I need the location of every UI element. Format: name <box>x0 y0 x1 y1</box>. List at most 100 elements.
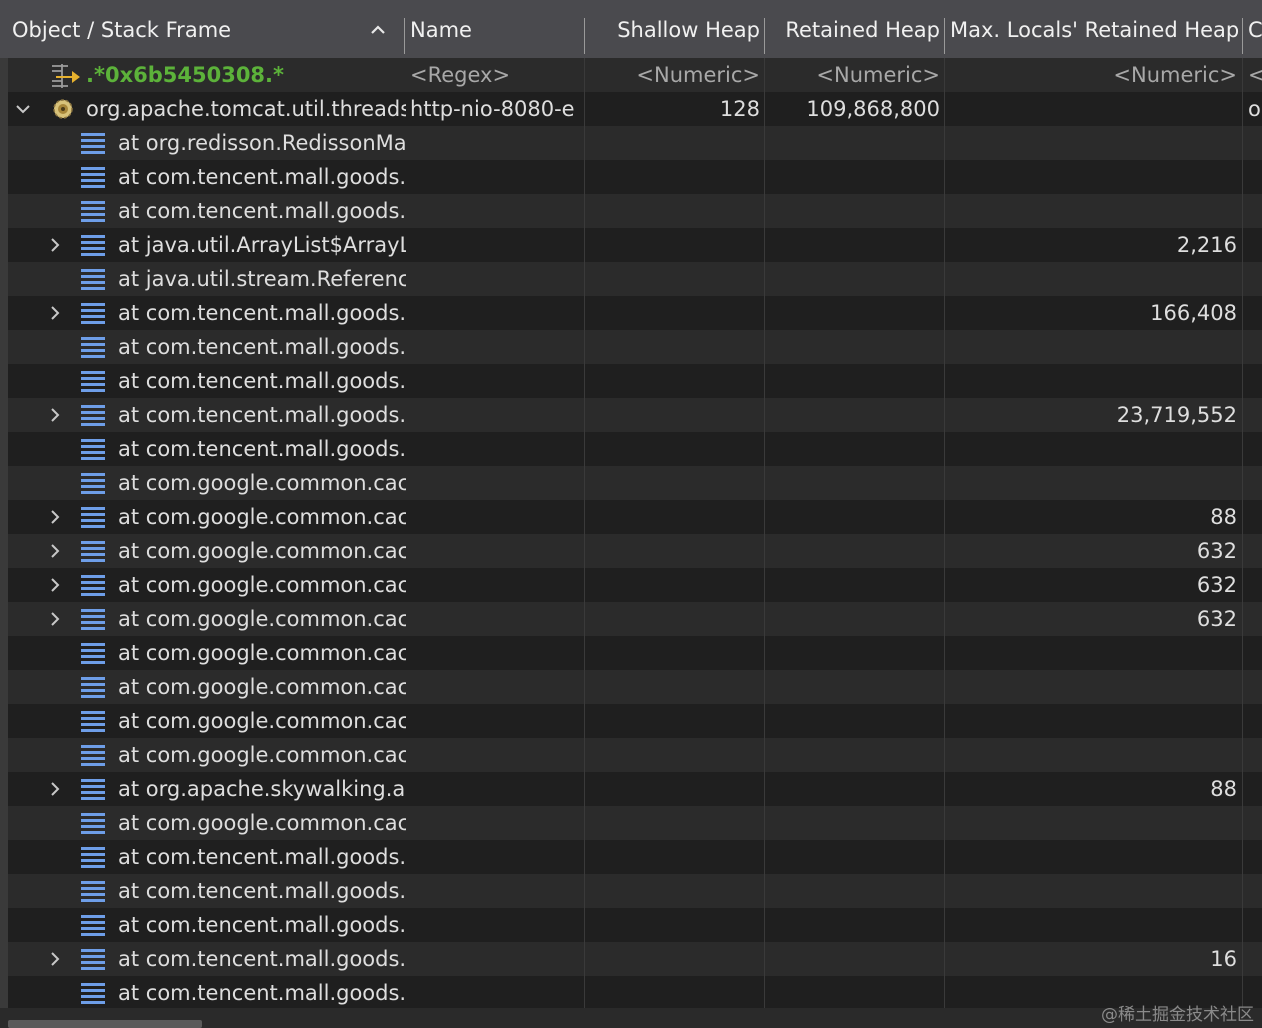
stack-frame-text: at com.tencent.mall.goods. <box>118 369 406 393</box>
stack-frame-text: at com.google.common.cac <box>118 811 406 835</box>
column-header-object[interactable]: Object / Stack Frame <box>12 0 362 58</box>
chevron-right-icon[interactable] <box>46 576 64 594</box>
column-divider <box>944 58 945 1008</box>
stack-frame-row[interactable]: at com.tencent.mall.goods. <box>8 194 1262 228</box>
column-header-max-locals[interactable]: Max. Locals' Retained Heap <box>950 0 1240 58</box>
stack-frame-row[interactable]: at java.util.ArrayList$ArrayL 2,216 <box>8 228 1262 262</box>
chevron-right-icon[interactable] <box>46 508 64 526</box>
stack-frame-row[interactable]: at com.google.common.cac 632 <box>8 534 1262 568</box>
column-header-name[interactable]: Name <box>410 0 580 58</box>
stack-frame-row[interactable]: at com.google.common.cac <box>8 704 1262 738</box>
column-divider <box>764 58 765 1008</box>
stack-frame-text: at com.tencent.mall.goods. <box>118 845 406 869</box>
column-separator[interactable] <box>764 18 765 54</box>
column-header-extra[interactable]: C <box>1248 0 1262 58</box>
stack-frame-text: at java.util.stream.Referenc <box>118 267 406 291</box>
max-locals-retained-value <box>948 194 1237 228</box>
stack-frame-icon <box>81 541 105 562</box>
chevron-right-icon[interactable] <box>46 406 64 424</box>
chevron-right-icon[interactable] <box>46 610 64 628</box>
gear-thread-icon <box>53 99 73 119</box>
stack-frame-icon <box>81 235 105 256</box>
column-header-retained-heap[interactable]: Retained Heap <box>768 0 940 58</box>
watermark: @稀土掘金技术社区 <box>1101 1005 1254 1025</box>
stack-frame-icon <box>81 609 105 630</box>
column-separator[interactable] <box>1242 18 1243 54</box>
thread-name-text: http-nio-8080-e <box>410 97 575 121</box>
max-locals-retained-value <box>948 874 1237 908</box>
stack-frame-text: at com.tencent.mall.goods. <box>118 403 406 427</box>
stack-frame-row[interactable]: at org.redisson.RedissonMa <box>8 126 1262 160</box>
stack-frame-text: at org.apache.skywalking.ap <box>118 777 406 801</box>
chevron-right-icon[interactable] <box>46 304 64 322</box>
chevron-right-icon[interactable] <box>46 950 64 968</box>
filter-extra-value[interactable]: < <box>1248 58 1262 92</box>
filter-name-value[interactable]: <Regex> <box>410 58 582 92</box>
stack-frame-row[interactable]: at com.google.common.cac <box>8 636 1262 670</box>
stack-frame-row[interactable]: at com.google.common.cac <box>8 466 1262 500</box>
stack-frame-row[interactable]: at com.tencent.mall.goods. 23,719,552 <box>8 398 1262 432</box>
stack-frame-row[interactable]: at com.tencent.mall.goods. <box>8 908 1262 942</box>
stack-frame-text: at com.tencent.mall.goods. <box>118 981 406 1005</box>
stack-frame-row[interactable]: at com.tencent.mall.goods. 166,408 <box>8 296 1262 330</box>
stack-frame-row[interactable]: at com.tencent.mall.goods. <box>8 976 1262 1010</box>
stack-frame-row[interactable]: at com.google.common.cac <box>8 670 1262 704</box>
horizontal-scrollbar-thumb[interactable] <box>8 1020 202 1028</box>
column-separator[interactable] <box>584 18 585 54</box>
max-locals-retained-value <box>948 466 1237 500</box>
stack-frame-text: at java.util.ArrayList$ArrayL <box>118 233 406 257</box>
stack-frame-text: at com.google.common.cac <box>118 505 406 529</box>
stack-frame-row[interactable]: at com.tencent.mall.goods. <box>8 364 1262 398</box>
stack-frame-text: at com.google.common.cac <box>118 709 406 733</box>
stack-frame-icon <box>81 303 105 324</box>
stack-frame-row[interactable]: at com.tencent.mall.goods. <box>8 840 1262 874</box>
chevron-down-icon[interactable] <box>14 100 32 118</box>
chevron-right-icon[interactable] <box>46 780 64 798</box>
stack-frame-text: at com.tencent.mall.goods. <box>118 335 406 359</box>
chevron-right-icon[interactable] <box>46 542 64 560</box>
column-separator[interactable] <box>944 18 945 54</box>
stack-frame-row[interactable]: at com.tencent.mall.goods. <box>8 330 1262 364</box>
stack-frame-text: at com.tencent.mall.goods. <box>118 437 406 461</box>
stack-frame-row[interactable]: at com.google.common.cac 632 <box>8 568 1262 602</box>
stack-frame-text: at com.tencent.mall.goods. <box>118 879 406 903</box>
filter-arrow-icon <box>52 64 80 88</box>
stack-frame-icon <box>81 575 105 596</box>
chevron-right-icon[interactable] <box>46 236 64 254</box>
column-separator[interactable] <box>404 18 405 54</box>
stack-frame-icon <box>81 371 105 392</box>
stack-frame-row[interactable]: at com.google.common.cac <box>8 738 1262 772</box>
filter-retained-value[interactable]: <Numeric> <box>768 58 940 92</box>
stack-frame-row[interactable]: at com.google.common.cac 88 <box>8 500 1262 534</box>
stack-frame-row[interactable]: at com.tencent.mall.goods. 16 <box>8 942 1262 976</box>
filter-max-locals-value[interactable]: <Numeric> <box>948 58 1237 92</box>
filter-shallow-value[interactable]: <Numeric> <box>588 58 760 92</box>
filter-object-value[interactable]: .*0x6b5450308.* <box>86 58 404 92</box>
thread-shallow-heap: 128 <box>719 97 760 121</box>
stack-frame-icon <box>81 915 105 936</box>
column-header-shallow-heap[interactable]: Shallow Heap <box>588 0 760 58</box>
stack-frame-text: at com.google.common.cac <box>118 743 406 767</box>
stack-frame-row[interactable]: at java.util.stream.Referenc <box>8 262 1262 296</box>
stack-frame-icon <box>81 643 105 664</box>
max-locals-retained-value: 23,719,552 <box>1116 403 1237 427</box>
stack-frame-icon <box>81 881 105 902</box>
max-locals-retained-value <box>948 806 1237 840</box>
filter-row[interactable]: .*0x6b5450308.* <Regex> <Numeric> <Numer… <box>8 58 1262 92</box>
stack-frame-icon <box>81 473 105 494</box>
stack-frame-row[interactable]: at com.google.common.cac <box>8 806 1262 840</box>
thread-row[interactable]: org.apache.tomcat.util.threads http-nio-… <box>8 92 1262 126</box>
stack-frame-icon <box>81 201 105 222</box>
sort-ascending-icon[interactable] <box>368 20 388 40</box>
stack-frame-row[interactable]: at com.google.common.cac 632 <box>8 602 1262 636</box>
stack-frame-row[interactable]: at com.tencent.mall.goods. <box>8 874 1262 908</box>
stack-frame-text: at com.google.common.cac <box>118 607 406 631</box>
stack-frame-row[interactable]: at com.tencent.mall.goods. <box>8 432 1262 466</box>
stack-frame-icon <box>81 269 105 290</box>
column-divider <box>1242 58 1243 1008</box>
max-locals-retained-value <box>948 126 1237 160</box>
stack-frame-row[interactable]: at org.apache.skywalking.ap 88 <box>8 772 1262 806</box>
stack-frame-icon <box>81 779 105 800</box>
stack-frame-row[interactable]: at com.tencent.mall.goods. <box>8 160 1262 194</box>
max-locals-retained-value <box>948 432 1237 466</box>
